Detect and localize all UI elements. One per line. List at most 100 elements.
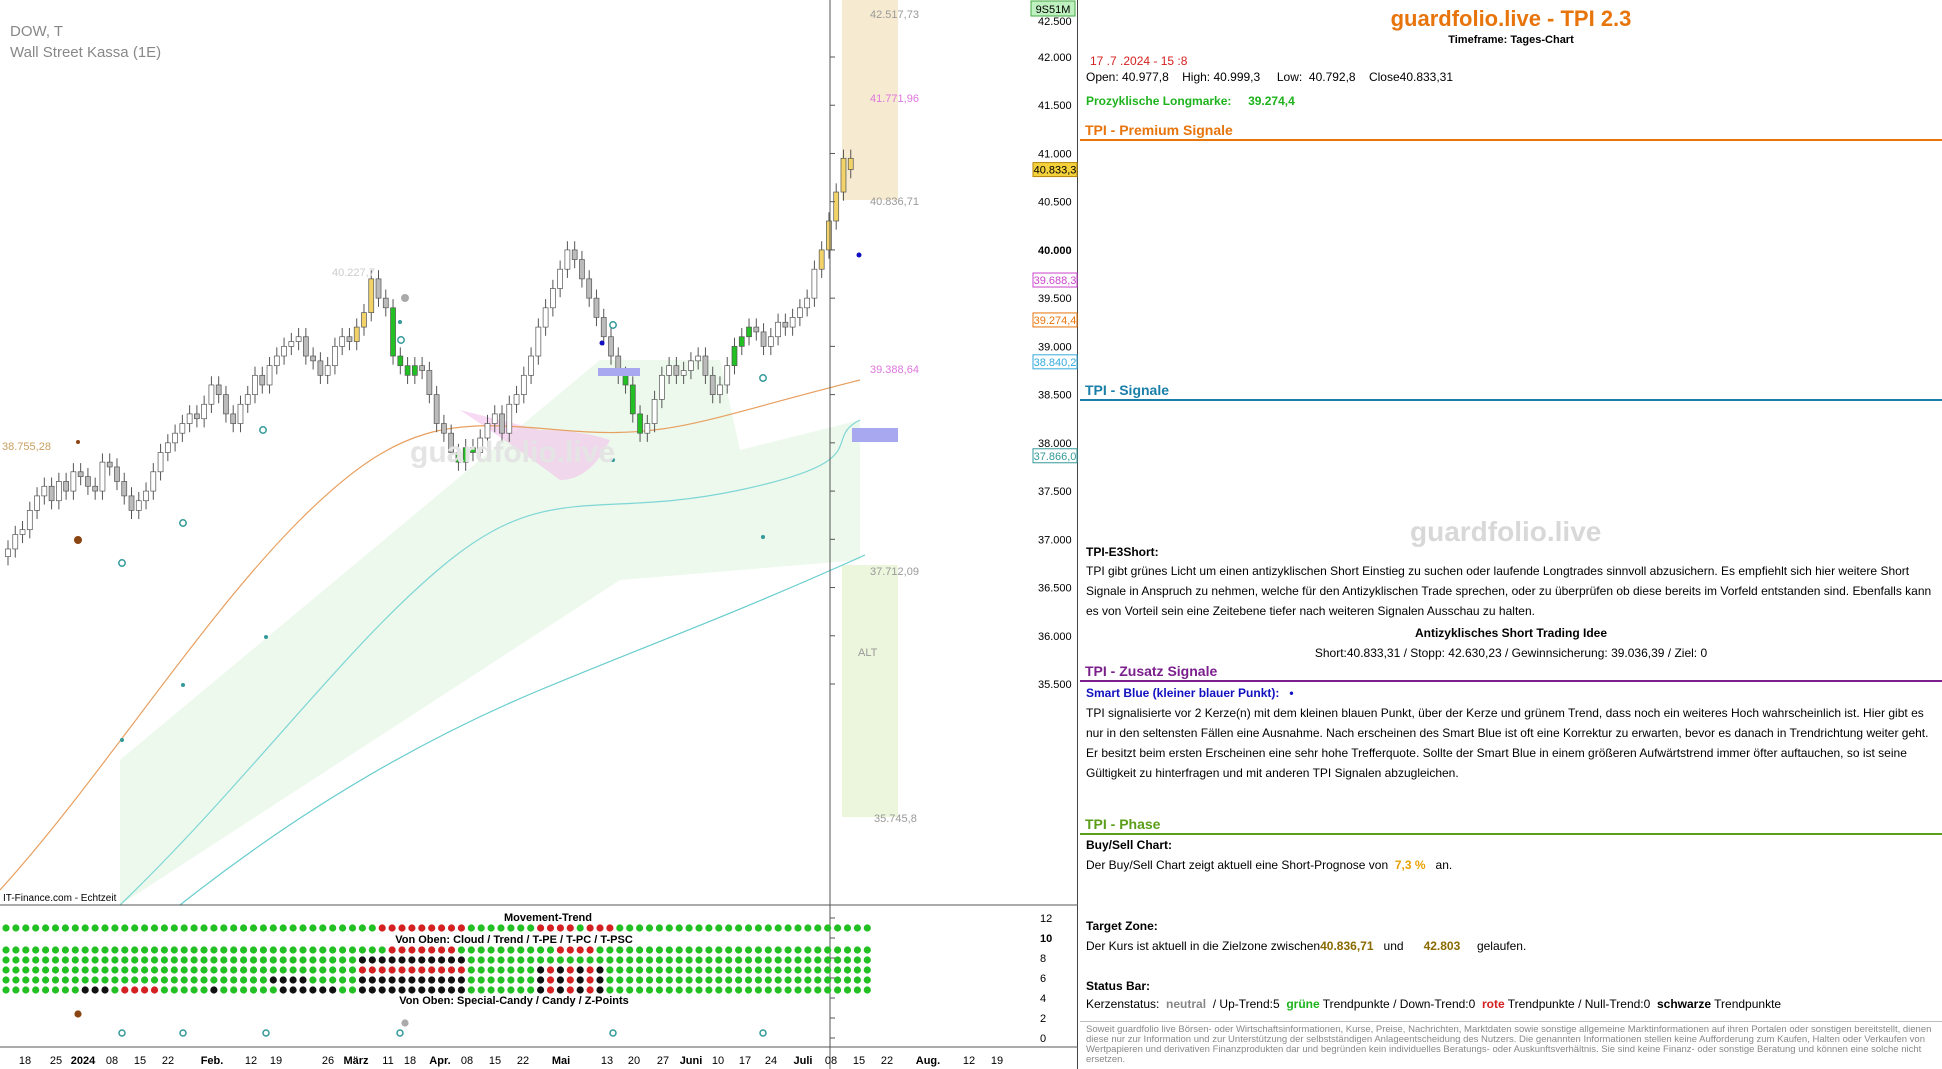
section-signale: TPI - Signale — [1085, 382, 1170, 398]
trend-dot — [438, 946, 446, 954]
trend-dot — [299, 946, 307, 954]
trend-dot — [447, 956, 456, 964]
time-tick-label: 19 — [991, 1055, 1003, 1067]
trend-dot — [843, 956, 852, 964]
time-tick-label: 20 — [628, 1055, 640, 1067]
trend-dot — [220, 956, 228, 964]
trend-dot — [378, 946, 386, 954]
trend-dot — [546, 956, 555, 964]
trend-dot — [190, 986, 198, 994]
trend-dot — [824, 946, 832, 954]
candle-body — [390, 307, 396, 357]
candle-body — [5, 548, 11, 558]
trend-dot — [51, 956, 60, 964]
trend-dot — [546, 946, 555, 954]
candlestick-chart[interactable]: 42.517,73 41.771,96 40.836,71 39.388,64 37.7… — [0, 0, 1078, 1069]
price-tick-label: 40.500 — [1038, 197, 1072, 209]
level-label-pink-high: 41.771,96 — [870, 93, 919, 105]
trend-dot — [834, 946, 842, 954]
candle-body — [528, 355, 534, 376]
trend-dot — [418, 956, 426, 964]
trend-dot — [665, 956, 673, 964]
trend-dot — [269, 924, 277, 932]
trend-dot — [240, 986, 248, 994]
trend-dot — [180, 976, 188, 984]
time-tick-label: 19 — [270, 1055, 282, 1067]
trend-dot — [348, 956, 357, 964]
trend-dot — [616, 986, 624, 994]
candle-body — [70, 471, 77, 492]
candle-body — [143, 490, 149, 502]
candle-body — [753, 326, 760, 333]
trend-dot — [230, 956, 238, 964]
trend-dot — [339, 966, 347, 974]
signal-ring — [609, 321, 617, 329]
candle-body — [847, 157, 854, 170]
trend-dot — [715, 966, 723, 974]
time-tick-label: 25 — [50, 1055, 62, 1067]
trend-dot — [616, 956, 624, 964]
time-tick-label: 15 — [134, 1055, 146, 1067]
trend-dot — [764, 976, 772, 984]
trend-dot — [378, 966, 386, 974]
trend-dot — [309, 924, 317, 932]
trend-dot — [556, 946, 565, 954]
trend-dot — [744, 986, 753, 994]
trend-dot — [764, 966, 772, 974]
trend-dot — [774, 976, 782, 984]
trend-dot — [249, 946, 258, 954]
trend-dot — [428, 966, 436, 974]
trend-dot — [685, 976, 693, 984]
trend-dot — [368, 986, 376, 994]
trend-dot — [388, 924, 396, 932]
trend-dot — [725, 956, 733, 964]
statusbar-title: Status Bar: — [1086, 979, 1151, 993]
trend-dot — [22, 924, 30, 932]
trend-dot — [735, 924, 743, 932]
trend-dot — [398, 986, 406, 994]
trend-dot — [834, 966, 842, 974]
trend-dot — [150, 986, 159, 994]
open-value: 40.977,8 — [1122, 70, 1169, 84]
candle-body — [375, 278, 382, 299]
trend-dot — [774, 924, 782, 932]
signal-panel: guardfolio.live - TPI 2.3 Timeframe: Tag… — [1080, 0, 1942, 1069]
candle-body — [85, 476, 91, 487]
trend-dot — [645, 946, 654, 954]
signal-dot — [76, 440, 80, 444]
trend-dot — [160, 986, 168, 994]
trend-dot — [2, 946, 10, 954]
ohlc-line: Open: 40.977,8 High: 40.999,3 Low: 40.79… — [1086, 70, 1453, 84]
trend-dot — [447, 924, 456, 932]
trend-dot — [259, 966, 267, 974]
candle-body — [332, 346, 338, 367]
idea-title: Antizyklisches Short Trading Idee — [1414, 626, 1608, 640]
trend-dot — [220, 924, 228, 932]
date-line: 17 .7 .2024 - 15 :8 — [1090, 54, 1188, 68]
trend-dot — [645, 976, 654, 984]
trend-dot — [824, 924, 832, 932]
trend-dot — [269, 986, 277, 994]
trend-dot — [616, 966, 624, 974]
trend-dot — [121, 986, 129, 994]
trend-dot — [418, 976, 426, 984]
signal-dot — [761, 535, 765, 539]
trend-dot — [705, 924, 713, 932]
trend-dot — [150, 956, 159, 964]
trend-dot — [754, 956, 763, 964]
candle-body — [56, 481, 62, 502]
trend-dot — [744, 976, 753, 984]
trend-dot — [131, 986, 139, 994]
trend-dot — [784, 946, 792, 954]
trend-dot — [685, 956, 693, 964]
candle-body — [63, 481, 69, 492]
trend-dot — [319, 966, 327, 974]
trend-dot — [309, 976, 317, 984]
trend-dot — [774, 946, 782, 954]
trend-dot — [101, 946, 109, 954]
trend-dot — [358, 924, 366, 932]
trend-dot — [665, 986, 673, 994]
level-label-pink-low: 39.388,64 — [870, 364, 919, 376]
chart-area[interactable]: 42.517,73 41.771,96 40.836,71 39.388,64 37.7… — [0, 0, 1078, 1069]
candle-body — [746, 326, 752, 338]
